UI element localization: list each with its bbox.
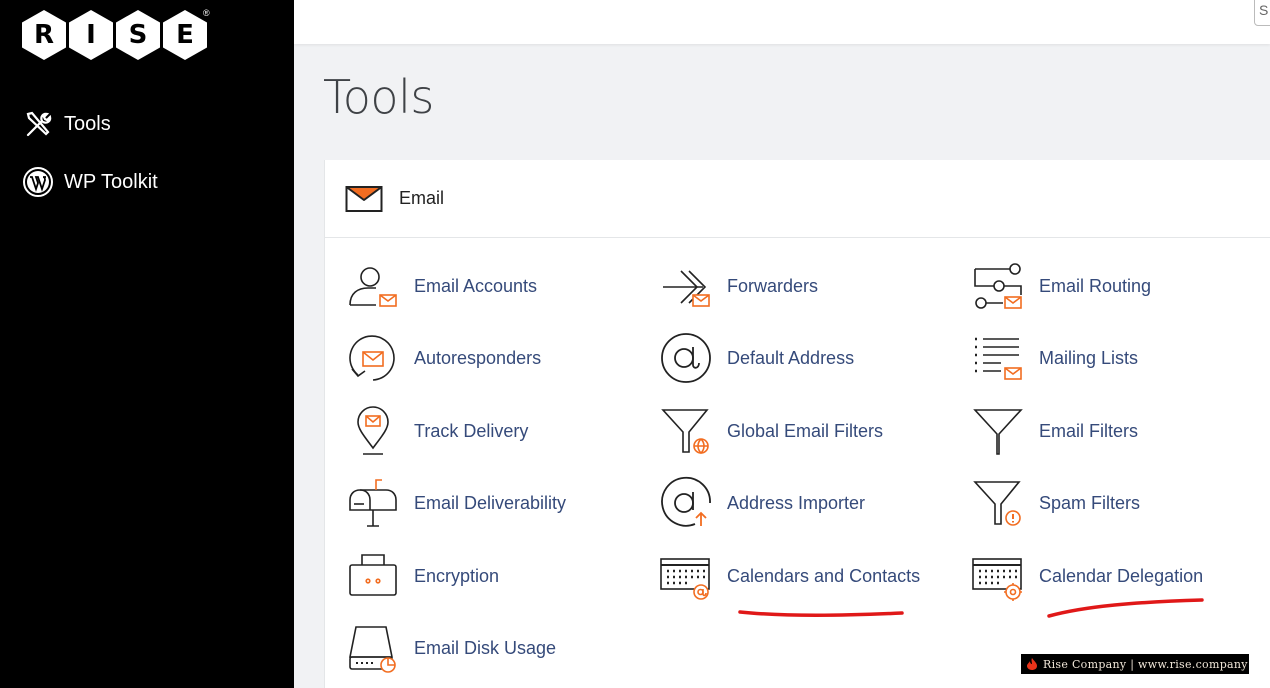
tool-label: Spam Filters (1039, 492, 1141, 513)
page-title: Tools (323, 70, 434, 124)
section-title: Email (399, 188, 445, 208)
tool-calendars-and-contacts[interactable]: Calendars and Contacts (659, 549, 920, 603)
tool-label: Calendars and Contacts (727, 565, 921, 586)
forwarders-icon (663, 270, 710, 307)
logo-letter-e: E (163, 10, 207, 60)
tool-autoresponders[interactable]: Autoresponders (346, 331, 541, 385)
tool-track-delivery[interactable]: Track Delivery (346, 404, 528, 458)
tool-forwarders[interactable]: Forwarders (659, 259, 818, 313)
tool-label: Encryption (414, 565, 500, 586)
tool-label: Track Delivery (414, 420, 529, 441)
tool-calendar-delegation[interactable]: Calendar Delegation (971, 549, 1203, 603)
sidebar-item-label: WP Toolkit (64, 170, 158, 193)
calendar-delegation-icon (972, 558, 1022, 601)
search-input[interactable]: S (1254, 0, 1270, 26)
envelope-icon (345, 185, 383, 212)
logo-letter-i: I (69, 10, 113, 60)
address-importer-icon (661, 476, 711, 527)
filter-icon (973, 409, 1023, 455)
tool-label: Email Filters (1039, 420, 1139, 441)
tool-mailing-lists[interactable]: Mailing Lists (971, 331, 1138, 385)
tool-label: Email Routing (1039, 275, 1152, 296)
autoresponders-icon (349, 335, 395, 381)
mailbox-icon (349, 479, 397, 527)
email-routing-icon (974, 263, 1022, 309)
annotation-underline-calendars (738, 610, 904, 617)
sidebar: R I S E ® Tools WP Toolkit (0, 0, 294, 688)
tool-label: Global Email Filters (727, 420, 884, 441)
tool-global-email-filters[interactable]: Global Email Filters (659, 404, 883, 458)
tools-icon (26, 111, 52, 137)
watermark: Rise Company | www.rise.company (1021, 654, 1249, 674)
tool-email-disk-usage[interactable]: Email Disk Usage (346, 621, 556, 675)
wordpress-icon (23, 167, 53, 197)
section-header[interactable]: Email (325, 160, 1270, 238)
tool-label: Email Disk Usage (414, 637, 557, 658)
tool-label: Calendar Delegation (1039, 565, 1204, 586)
global-filter-icon (661, 409, 709, 455)
sidebar-item-tools[interactable]: Tools (22, 108, 111, 140)
email-accounts-icon (349, 267, 397, 307)
tool-email-accounts[interactable]: Email Accounts (346, 259, 537, 313)
tool-address-importer[interactable]: Address Importer (659, 476, 865, 530)
logo-letter-r: R (22, 10, 66, 60)
tool-email-filters[interactable]: Email Filters (971, 404, 1138, 458)
top-bar: S (294, 0, 1270, 44)
tool-label: Autoresponders (414, 347, 542, 368)
tool-label: Email Accounts (414, 275, 538, 296)
at-sign-icon (661, 333, 711, 383)
annotation-underline-delegation (1047, 598, 1204, 618)
flame-icon (1027, 658, 1037, 670)
sidebar-item-wp-toolkit[interactable]: WP Toolkit (22, 166, 158, 198)
tool-label: Mailing Lists (1039, 347, 1139, 368)
tool-encryption[interactable]: Encryption (346, 549, 499, 603)
sidebar-item-label: Tools (64, 112, 111, 135)
tool-label: Default Address (727, 347, 855, 368)
tool-label: Address Importer (727, 492, 866, 513)
tool-label: Forwarders (727, 275, 819, 296)
calendar-contacts-icon (660, 558, 710, 600)
tool-email-routing[interactable]: Email Routing (971, 259, 1151, 313)
logo-letter-s: S (116, 10, 160, 60)
tool-default-address[interactable]: Default Address (659, 331, 854, 385)
spam-filter-icon (973, 481, 1021, 526)
rise-logo[interactable]: R I S E (22, 10, 207, 62)
track-delivery-icon (357, 406, 389, 455)
tool-label: Email Deliverability (414, 492, 567, 513)
mailing-lists-icon (975, 337, 1022, 380)
registered-mark: ® (203, 8, 210, 18)
disk-usage-icon (349, 626, 396, 673)
tool-email-deliverability[interactable]: Email Deliverability (346, 476, 566, 530)
tool-spam-filters[interactable]: Spam Filters (971, 476, 1140, 530)
watermark-text: Rise Company | www.rise.company (1043, 657, 1248, 671)
encryption-icon (349, 554, 397, 596)
